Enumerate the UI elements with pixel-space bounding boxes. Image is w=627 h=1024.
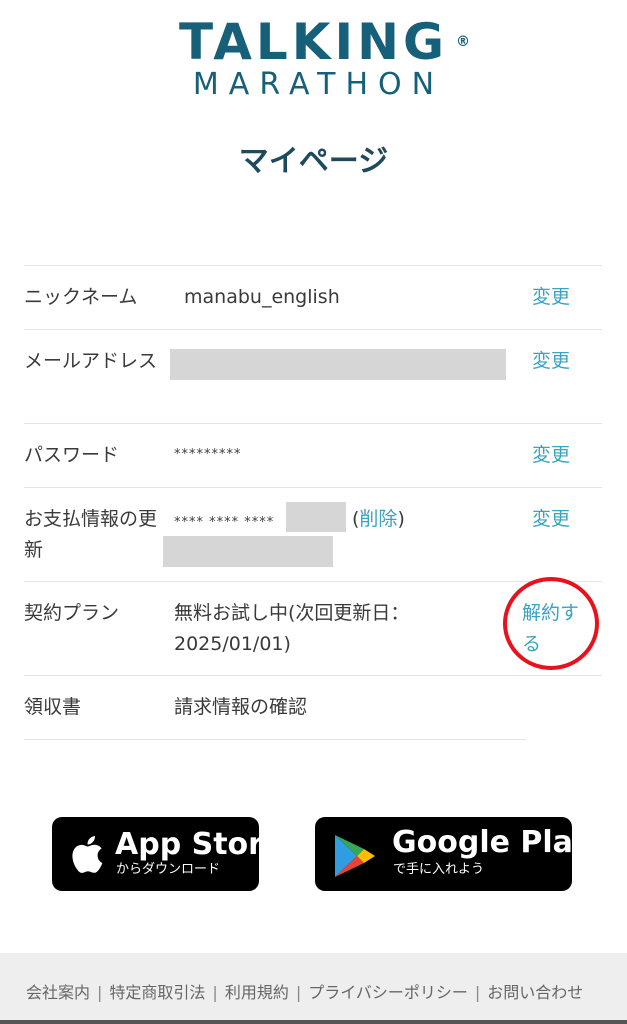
footer-separator: | bbox=[295, 983, 302, 1002]
row-payment: お支払情報の更新 **** **** **** (削除) 変更 bbox=[24, 488, 602, 582]
footer-link-contact[interactable]: お問い合わせ bbox=[487, 983, 583, 1002]
card-redacted-2 bbox=[163, 536, 333, 567]
change-email-link[interactable]: 変更 bbox=[532, 346, 570, 377]
delete-card-link[interactable]: 削除 bbox=[359, 508, 397, 530]
footer-separator: | bbox=[212, 983, 218, 1002]
receipt-label: 領収書 bbox=[24, 696, 82, 718]
email-label: メールアドレス bbox=[24, 350, 158, 372]
payment-label: お支払情報の更新 bbox=[24, 508, 158, 561]
row-email: メールアドレス 変更 bbox=[24, 330, 602, 424]
apple-logo-icon bbox=[72, 836, 103, 873]
plan-label: 契約プラン bbox=[24, 602, 120, 624]
logo-text-talking: TALKING ® bbox=[178, 13, 470, 71]
plan-value: 無料お試し中(次回更新日：2025/01/01) bbox=[174, 602, 410, 655]
billing-info-link[interactable]: 請求情報の確認 bbox=[174, 692, 307, 723]
brand-logo: TALKING ® MARATHON bbox=[0, 14, 627, 102]
account-table: ニックネーム manabu_english 変更 メールアドレス 変更 パスワー… bbox=[24, 265, 602, 740]
footer-link-terms[interactable]: 利用規約 bbox=[225, 983, 289, 1002]
footer-separator: | bbox=[97, 983, 103, 1002]
google-play-badge[interactable]: Google Play で手に入れよう bbox=[315, 817, 592, 891]
change-nickname-link[interactable]: 変更 bbox=[532, 282, 570, 313]
footer-link-company[interactable]: 会社案内 bbox=[26, 983, 90, 1002]
google-play-title: Google Play bbox=[392, 825, 592, 860]
row-password: パスワード ********* 変更 bbox=[24, 424, 602, 488]
footer-links: 会社案内 | 特定商取引法 | 利用規約 | プライバシーポリシー | お問い合わせ bbox=[26, 981, 616, 1005]
row-receipt: 領収書 請求情報の確認 bbox=[24, 676, 526, 740]
registered-mark: ® bbox=[456, 34, 470, 50]
card-redacted-1 bbox=[286, 502, 346, 532]
nickname-label: ニックネーム bbox=[24, 286, 138, 308]
email-redacted bbox=[170, 349, 506, 380]
footer-link-privacy[interactable]: プライバシーポリシー bbox=[308, 983, 468, 1002]
footer-separator: | bbox=[474, 983, 481, 1002]
highlight-circle bbox=[503, 577, 599, 670]
logo-text-marathon: MARATHON bbox=[192, 67, 445, 102]
row-nickname: ニックネーム manabu_english 変更 bbox=[24, 266, 602, 330]
bottom-bar bbox=[0, 1020, 627, 1024]
page-title: マイページ bbox=[238, 144, 389, 179]
delete-card-wrap: (削除) bbox=[352, 508, 405, 530]
footer: 会社案内 | 特定商取引法 | 利用規約 | プライバシーポリシー | お問い合わせ bbox=[0, 953, 627, 1024]
password-value: ********* bbox=[174, 447, 242, 462]
change-payment-link[interactable]: 変更 bbox=[532, 504, 570, 535]
app-store-subtitle: からダウンロード bbox=[116, 862, 221, 877]
app-store-badge[interactable]: App Store からダウンロード bbox=[52, 817, 283, 891]
nickname-value: manabu_english bbox=[184, 286, 340, 308]
logo-line1: TALKING bbox=[178, 13, 448, 71]
footer-link-commerce-law[interactable]: 特定商取引法 bbox=[109, 983, 205, 1002]
password-label: パスワード bbox=[24, 444, 120, 466]
card-number-masked: **** **** **** bbox=[174, 515, 275, 530]
app-store-title: App Store bbox=[115, 827, 284, 862]
google-play-icon bbox=[335, 835, 375, 877]
google-play-subtitle: で手に入れよう bbox=[393, 862, 485, 877]
change-password-link[interactable]: 変更 bbox=[532, 440, 570, 471]
